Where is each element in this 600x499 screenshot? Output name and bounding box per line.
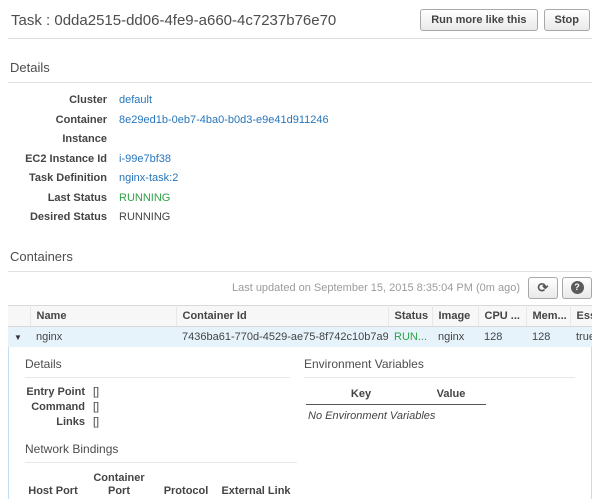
stop-button[interactable]: Stop [544,9,590,31]
column-header-essential[interactable]: Esse... [570,305,592,326]
container-image-cell: nginx [432,326,478,347]
column-header-container-id[interactable]: Container Id [176,305,388,326]
detail-row-task-definition: Task Definition nginx-task:2 [8,169,592,189]
links-value: [] [93,415,99,430]
help-button[interactable]: ? [562,277,592,299]
refresh-icon: ⟳ [538,281,549,294]
task-title-prefix: Task : [11,12,50,29]
containers-toolbar: Last updated on September 15, 2015 8:35:… [8,272,592,305]
last-status-value: RUNNING [119,189,170,209]
details-section-title: Details [10,60,592,75]
last-updated-text: Last updated on September 15, 2015 8:35:… [232,282,520,294]
container-row-nginx[interactable]: ▼ nginx 7436ba61-770d-4529-ae75-8f742c10… [8,326,592,347]
container-port-header: Container Port [81,470,157,499]
network-bindings-section: Network Bindings Host Port Container Por… [25,442,297,499]
host-port-header: Host Port [25,470,81,499]
protocol-header: Protocol [157,470,215,499]
container-memory-cell: 128 [526,326,570,347]
container-name-cell: nginx [30,326,176,347]
container-status-cell: RUN... [388,326,432,347]
container-detail-panel: Details Entry Point [] Command [] Links … [8,347,592,499]
detail-label: Container Instance [8,111,107,150]
column-header-name[interactable]: Name [30,305,176,326]
detail-row-desired-status: Desired Status RUNNING [8,208,592,228]
network-bindings-title: Network Bindings [25,442,297,456]
links-label: Links [25,415,85,430]
container-essential-cell: true [570,326,592,347]
expand-column-header [8,305,30,326]
entry-point-row: Entry Point [] [25,385,290,400]
collapse-caret-icon[interactable]: ▼ [14,333,22,342]
run-more-like-this-button[interactable]: Run more like this [420,9,537,31]
container-cpu-cell: 128 [478,326,526,347]
command-row: Command [] [25,400,290,415]
task-id: 0dda2515-dd06-4fe9-a660-4c7237b76e70 [54,12,336,29]
env-value-header: Value [416,385,486,405]
links-row: Links [] [25,415,290,430]
help-icon: ? [571,281,584,294]
environment-variables-title: Environment Variables [304,357,575,371]
entry-point-label: Entry Point [25,385,85,400]
environment-variables-section: Environment Variables Key Value No Envir… [290,357,575,430]
column-header-cpu[interactable]: CPU ... [478,305,526,326]
external-link-header: External Link [215,470,297,499]
divider [25,462,297,463]
container-id-cell: 7436ba61-770d-4529-ae75-8f742c10b7a9 [176,326,388,347]
column-header-memory[interactable]: Mem... [526,305,570,326]
no-environment-variables-message: No Environment Variables [304,405,575,422]
detail-label: EC2 Instance Id [8,150,107,170]
page-title: Task : 0dda2515-dd06-4fe9-a660-4c7237b76… [11,12,420,29]
container-instance-link[interactable]: 8e29ed1b-0eb7-4ba0-b0d3-e9e41d911246 [119,111,329,150]
detail-label: Desired Status [8,208,107,228]
network-bindings-table: Host Port Container Port Protocol Extern… [25,470,297,499]
details-list: Cluster default Container Instance 8e29e… [8,91,592,228]
divider [304,377,575,378]
command-value: [] [93,400,99,415]
environment-variables-table: Key Value [306,385,486,405]
detail-row-ec2-instance: EC2 Instance Id i-99e7bf38 [8,150,592,170]
command-label: Command [25,400,85,415]
detail-row-cluster: Cluster default [8,91,592,111]
detail-label: Task Definition [8,169,107,189]
entry-point-value: [] [93,385,99,400]
env-key-header: Key [306,385,416,405]
containers-table: Name Container Id Status Image CPU ... M… [8,305,592,347]
cluster-link[interactable]: default [119,91,152,111]
container-details-section: Details Entry Point [] Command [] Links … [25,357,290,430]
container-details-title: Details [25,357,290,371]
desired-status-value: RUNNING [119,208,170,228]
divider [8,82,592,83]
page: Task : 0dda2515-dd06-4fe9-a660-4c7237b76… [0,0,600,499]
ec2-instance-link[interactable]: i-99e7bf38 [119,150,171,170]
detail-row-last-status: Last Status RUNNING [8,189,592,209]
detail-label: Cluster [8,91,107,111]
task-header: Task : 0dda2515-dd06-4fe9-a660-4c7237b76… [8,0,592,39]
detail-label: Last Status [8,189,107,209]
divider [25,377,290,378]
containers-section-title: Containers [10,249,592,264]
column-header-status[interactable]: Status [388,305,432,326]
refresh-button[interactable]: ⟳ [528,277,558,299]
task-definition-link[interactable]: nginx-task:2 [119,169,178,189]
containers-table-header: Name Container Id Status Image CPU ... M… [8,305,592,326]
detail-row-container-instance: Container Instance 8e29ed1b-0eb7-4ba0-b0… [8,111,592,150]
column-header-image[interactable]: Image [432,305,478,326]
